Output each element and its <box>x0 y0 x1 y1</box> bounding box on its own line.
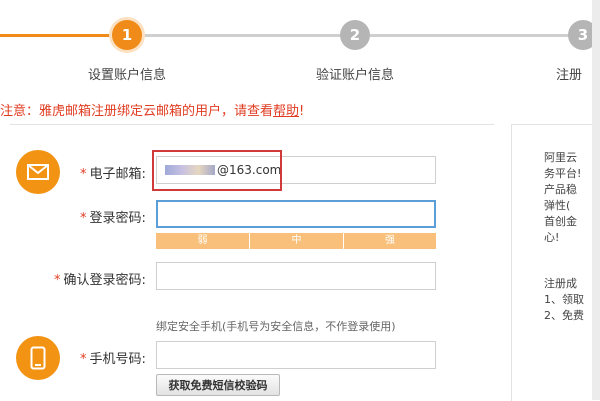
sidebar-line: 弹性( <box>544 199 571 212</box>
password-strength-meter: 弱 中 强 <box>156 233 436 249</box>
email-highlight-box <box>152 150 282 191</box>
password-label: * 登录密码: <box>80 211 146 226</box>
step-1-label: 设置账户信息 <box>88 68 167 83</box>
sidebar-register-item: 1、领取 <box>544 293 584 306</box>
sidebar-register-section: 注册成 1、领取 2、免费 <box>544 276 584 324</box>
sidebar-register-item: 2、免费 <box>544 309 584 322</box>
sidebar-line: 产品稳 <box>544 183 577 196</box>
sidebar-intro-text: 阿里云 务平台! 产品稳 弹性( 首创金 心! <box>544 150 581 246</box>
get-sms-code-button[interactable]: 获取免费短信校验码 <box>156 374 280 396</box>
step-3-label: 注册 <box>556 68 583 83</box>
phone-binding-hint: 绑定安全手机(手机号为安全信息，不作登录使用) <box>156 320 396 333</box>
step-line-right <box>370 34 570 37</box>
mobile-phone-icon <box>16 336 60 380</box>
sidebar-line: 务平台! <box>544 167 582 180</box>
step-line-left <box>0 34 112 37</box>
help-link[interactable]: 帮助 <box>273 104 299 119</box>
strength-strong: 强 <box>343 233 436 249</box>
sidebar-line: 心! <box>544 231 560 244</box>
password-input[interactable] <box>156 200 436 228</box>
step-line-middle <box>142 34 340 37</box>
sidebar-line: 首创金 <box>544 215 577 228</box>
envelope-icon <box>16 150 60 194</box>
sidebar-line: 阿里云 <box>544 151 577 164</box>
phone-input[interactable] <box>156 341 436 369</box>
vertical-scrollbar[interactable] <box>592 0 600 400</box>
confirm-password-label: * 确认登录密码: <box>54 273 146 288</box>
step-2-label: 验证账户信息 <box>316 68 395 83</box>
sidebar-register-title: 注册成 <box>544 277 577 290</box>
step-1-circle: 1 <box>112 20 142 50</box>
email-label: * 电子邮箱: <box>80 167 146 182</box>
phone-label: * 手机号码: <box>80 352 146 367</box>
strength-medium: 中 <box>249 233 343 249</box>
notice-banner: 注意：雅虎邮箱注册绑定云邮箱的用户，请查看帮助! <box>0 100 304 119</box>
notice-suffix: ! <box>299 104 305 119</box>
strength-weak: 弱 <box>156 233 249 249</box>
confirm-password-input[interactable] <box>156 262 436 290</box>
step-2-circle: 2 <box>340 20 370 50</box>
notice-text: 注意：雅虎邮箱注册绑定云邮箱的用户，请查看 <box>0 104 274 119</box>
